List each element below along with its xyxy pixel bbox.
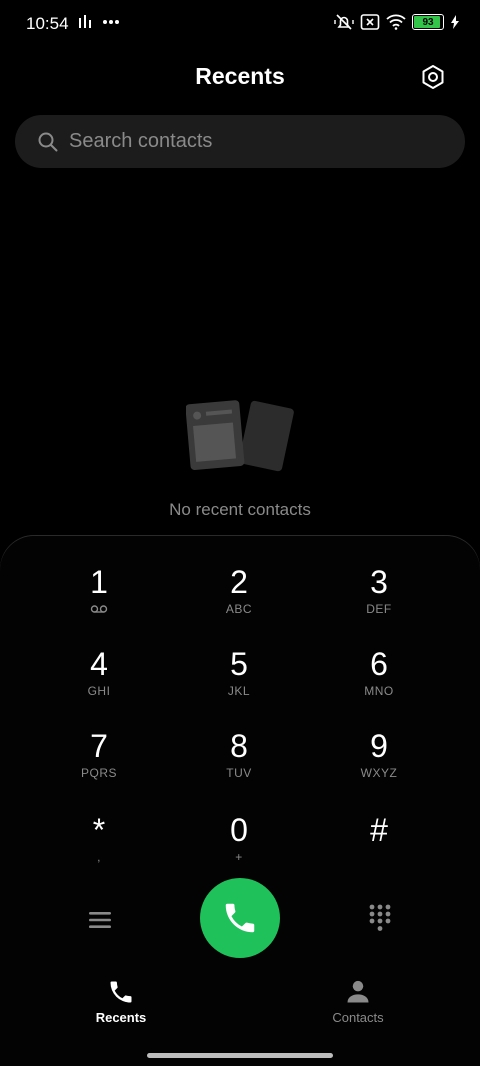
empty-state-text: No recent contacts xyxy=(169,500,311,519)
dial-key-4[interactable]: 4 GHI xyxy=(29,646,169,724)
key-digit: 4 xyxy=(90,646,108,682)
dial-key-star[interactable]: * , xyxy=(29,812,169,890)
voicemail-icon xyxy=(90,605,108,613)
dial-key-1[interactable]: 1 xyxy=(29,564,169,642)
phone-icon xyxy=(225,903,255,933)
key-digit: 3 xyxy=(370,564,388,600)
key-letters: MNO xyxy=(364,684,394,698)
settings-hexagon-icon xyxy=(422,65,444,89)
more-dots-icon xyxy=(103,20,119,24)
dial-key-8[interactable]: 8 TUV xyxy=(169,728,309,806)
tab-recents[interactable]: Recents xyxy=(51,978,191,1025)
menu-button[interactable] xyxy=(84,904,116,936)
search-bar[interactable]: Search contacts xyxy=(15,115,465,168)
empty-cards-illustration xyxy=(186,400,294,472)
charging-bolt-icon xyxy=(451,15,459,29)
key-letters: DEF xyxy=(366,602,392,616)
tab-label: Contacts xyxy=(332,1010,384,1025)
tab-contacts[interactable]: Contacts xyxy=(288,978,428,1025)
key-digit: 9 xyxy=(370,728,388,764)
search-icon xyxy=(38,132,58,151)
key-letters: GHI xyxy=(87,684,111,698)
person-icon xyxy=(347,980,369,1003)
signal-strength-icon xyxy=(79,15,91,28)
dial-key-2[interactable]: 2 ABC xyxy=(169,564,309,642)
dial-key-hash[interactable]: # xyxy=(309,812,449,890)
key-digit: 1 xyxy=(90,564,108,600)
page-title: Recents xyxy=(195,63,285,89)
key-digit: 0 xyxy=(230,812,248,848)
no-sim-icon xyxy=(360,14,380,30)
key-digit: # xyxy=(370,812,388,848)
key-digit: 7 xyxy=(90,728,108,764)
key-digit: 2 xyxy=(230,564,248,600)
dialpad-icon xyxy=(369,904,391,931)
search-input[interactable]: Search contacts xyxy=(69,130,212,153)
call-button[interactable] xyxy=(200,878,280,958)
battery-icon: 93 xyxy=(412,14,444,30)
dial-key-5[interactable]: 5 JKL xyxy=(169,646,309,724)
key-digit: 6 xyxy=(370,646,388,682)
status-bar: 10:54 93 xyxy=(0,0,480,46)
key-digit: 8 xyxy=(230,728,248,764)
vibrate-off-icon xyxy=(334,14,354,30)
battery-level: 93 xyxy=(422,16,434,28)
key-letters: PQRS xyxy=(80,766,117,780)
settings-button[interactable] xyxy=(418,62,448,92)
key-letters: JKL xyxy=(227,684,251,698)
key-digit: * xyxy=(92,812,106,848)
home-indicator[interactable] xyxy=(147,1053,333,1058)
dial-key-7[interactable]: 7 PQRS xyxy=(29,728,169,806)
dial-key-6[interactable]: 6 MNO xyxy=(309,646,449,724)
key-letters: + xyxy=(235,850,243,864)
key-letters: WXYZ xyxy=(360,766,398,780)
status-time: 10:54 xyxy=(26,14,69,33)
key-letters: ABC xyxy=(225,602,253,616)
phone-icon xyxy=(110,981,132,1003)
key-letters: , xyxy=(97,850,101,864)
tab-label: Recents xyxy=(95,1010,147,1025)
hamburger-menu-icon xyxy=(89,912,111,928)
key-letters: TUV xyxy=(226,766,252,780)
dial-key-9[interactable]: 9 WXYZ xyxy=(309,728,449,806)
dialpad-toggle-button[interactable] xyxy=(364,902,396,934)
wifi-icon xyxy=(386,14,406,30)
key-digit: 5 xyxy=(230,646,248,682)
dial-key-3[interactable]: 3 DEF xyxy=(309,564,449,642)
